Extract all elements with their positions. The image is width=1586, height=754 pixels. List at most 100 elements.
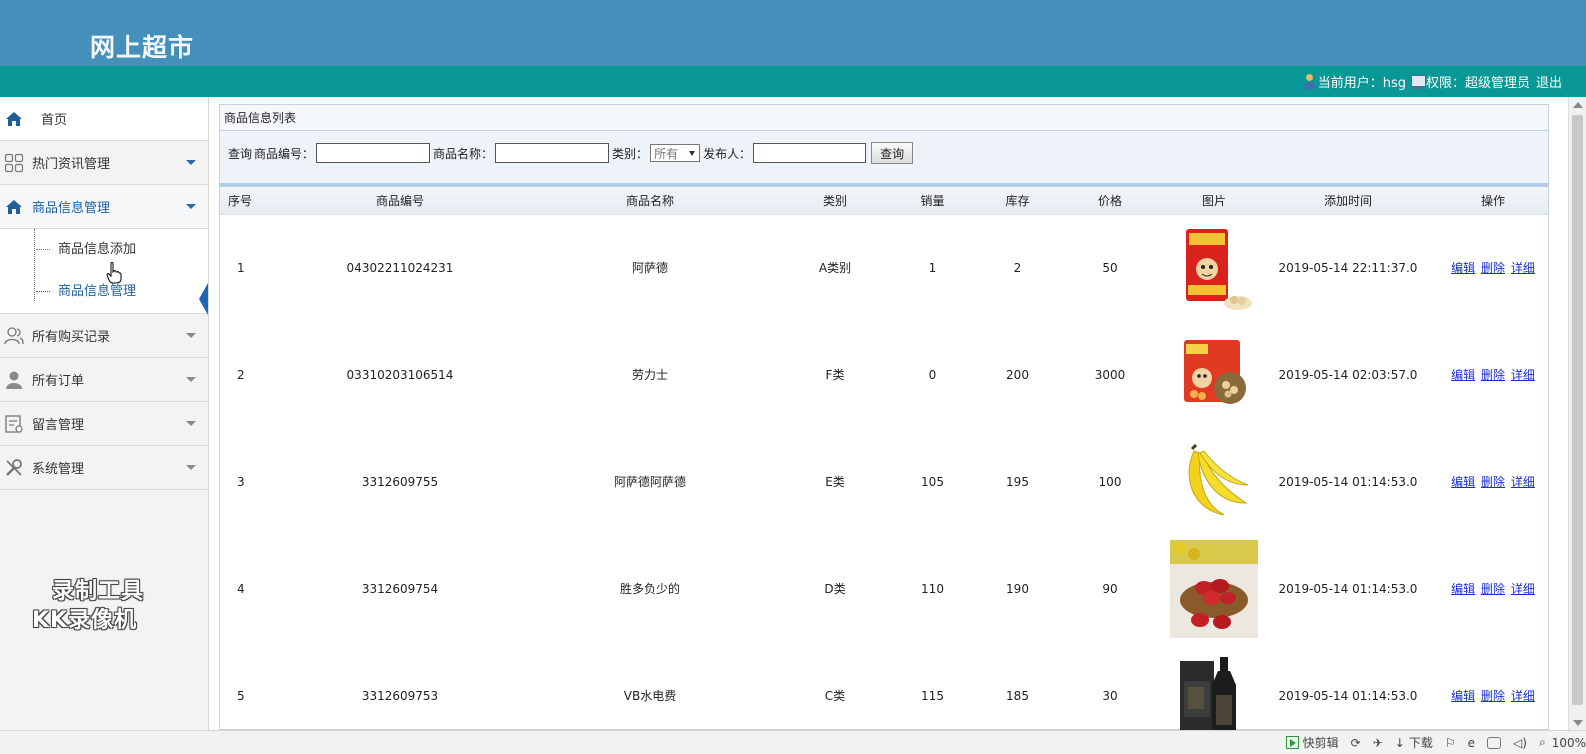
search-bar: 查询 商品编号： 商品名称： 类别： 所有 发布人： 查询 [220, 131, 1548, 187]
cell-image [1170, 214, 1258, 321]
sidebar-item-label: 首页 [41, 113, 68, 128]
publisher-label: 发布人： [703, 146, 752, 161]
sidebar-item-purchase-records[interactable]: 所有购买记录 [0, 314, 208, 358]
sidebar-item-label: 系统管理 [32, 462, 85, 477]
tree-dash [36, 249, 50, 250]
cell-category: F类 [825, 368, 845, 382]
submenu-item-label: 商品信息管理 [58, 284, 137, 299]
sidebar-item-home[interactable]: 首页 [0, 97, 208, 141]
person-icon [6, 371, 22, 389]
flag-icon[interactable]: ⚐ [1445, 736, 1456, 750]
cell-ops: 编辑 删除 详细 [1438, 428, 1548, 535]
sidebar-item-messages[interactable]: 留言管理 [0, 402, 208, 446]
cell-price: 100 [1098, 474, 1122, 489]
sidebar-item-hot-news[interactable]: 热门资讯管理 [0, 141, 208, 185]
product-table: 序号 商品编号 商品名称 类别 销量 库存 价格 图片 添加时间 操作 1 04… [220, 187, 1548, 749]
cell-image [1170, 535, 1258, 642]
sidebar-item-label: 热门资讯管理 [32, 157, 111, 172]
edit-link[interactable]: 编辑 [1451, 261, 1475, 275]
column-header: 销量 [880, 187, 985, 215]
delete-link[interactable]: 删除 [1481, 689, 1505, 703]
search-button[interactable]: 查询 [871, 142, 914, 164]
pin-icon[interactable]: ✈ [1373, 736, 1383, 750]
vertical-scrollbar[interactable] [1568, 97, 1586, 730]
cell-image [1170, 321, 1258, 428]
cell-ops: 编辑 删除 详细 [1438, 535, 1548, 642]
edit-link[interactable]: 编辑 [1451, 368, 1475, 382]
column-header: 商品编号 [290, 187, 510, 215]
cell-time: 2019-05-14 02:03:57.0 [1278, 367, 1418, 382]
product-code-input[interactable] [316, 143, 431, 163]
delete-link[interactable]: 删除 [1481, 368, 1505, 382]
tree-dash [36, 291, 50, 292]
window-icon[interactable] [1487, 736, 1502, 749]
table-row: 2 03310203106514 劳力士 F类 0 200 3000 2019-… [220, 321, 1548, 428]
cell-time: 2019-05-14 01:14:53.0 [1278, 474, 1418, 489]
sidebar-item-all-orders[interactable]: 所有订单 [0, 358, 208, 402]
column-header: 商品名称 [510, 187, 790, 215]
detail-link[interactable]: 详细 [1511, 368, 1535, 382]
cell-sales: 1 [928, 260, 937, 275]
detail-link[interactable]: 详细 [1511, 261, 1535, 275]
site-title: 网上超市 [90, 33, 195, 62]
users-icon [4, 327, 24, 345]
sidebar-item-label: 商品信息管理 [32, 201, 111, 216]
cell-name: 阿萨德阿萨德 [613, 475, 686, 489]
detail-link[interactable]: 详细 [1511, 475, 1535, 489]
delete-link[interactable]: 删除 [1481, 582, 1505, 596]
chevron-down-icon [186, 333, 196, 338]
product-name-input[interactable] [495, 143, 610, 163]
sidebar-item-label: 所有订单 [32, 374, 85, 389]
cell-time: 2019-05-14 22:11:37.0 [1278, 260, 1418, 275]
edit-link[interactable]: 编辑 [1451, 689, 1475, 703]
delete-link[interactable]: 删除 [1481, 475, 1505, 489]
column-header: 添加时间 [1258, 187, 1438, 215]
quick-edit-button[interactable]: 快剪辑 [1285, 734, 1339, 751]
logout-link[interactable]: 退出 [1536, 72, 1562, 91]
table-row: 1 04302211024231 阿萨德 A类别 1 2 50 2019-05-… [220, 214, 1548, 321]
cell-image [1170, 428, 1258, 535]
liquor-bottle-image [1180, 656, 1236, 737]
zoom-icon[interactable]: ⌕ [1539, 735, 1546, 750]
refresh-icon[interactable]: ⟳ [1351, 736, 1361, 750]
cell-stock: 190 [1006, 581, 1029, 596]
watermark-line: KK录像机 [32, 608, 138, 633]
sidebar-item-label: 留言管理 [32, 418, 85, 433]
zoom-level[interactable]: 100% [1552, 736, 1586, 750]
cell-code: 04302211024231 [346, 260, 454, 275]
edit-link[interactable]: 编辑 [1451, 582, 1475, 596]
sidebar-item-product-management[interactable]: 商品信息管理 [0, 185, 208, 229]
detail-link[interactable]: 详细 [1511, 582, 1535, 596]
column-header: 类别 [790, 187, 880, 215]
detail-link[interactable]: 详细 [1511, 689, 1535, 703]
edit-link[interactable]: 编辑 [1451, 475, 1475, 489]
cell-time: 2019-05-14 01:14:53.0 [1278, 581, 1418, 596]
permission-icon [1410, 74, 1426, 89]
submenu-item-manage-product[interactable]: 商品信息管理 [0, 271, 208, 313]
cell-sales: 110 [921, 581, 944, 596]
category-label: 类别： [612, 146, 649, 161]
delete-link[interactable]: 删除 [1481, 261, 1505, 275]
red-dates-image [1170, 539, 1258, 638]
sidebar-item-system[interactable]: 系统管理 [0, 446, 208, 490]
download-button[interactable]: ↓ 下载 [1395, 734, 1433, 751]
ie-icon[interactable]: e [1468, 736, 1475, 750]
submenu-item-label: 商品信息添加 [58, 242, 137, 257]
category-select[interactable]: 所有 [650, 144, 701, 162]
cell-code: 3312609755 [361, 474, 439, 489]
scroll-up-icon[interactable] [1573, 102, 1583, 108]
cell-price: 3000 [1094, 367, 1126, 382]
publisher-input[interactable] [753, 143, 867, 163]
submenu-item-add-product[interactable]: 商品信息添加 [0, 229, 208, 271]
cell-category: E类 [825, 475, 845, 489]
speaker-icon[interactable]: ◁) [1513, 736, 1527, 750]
scroll-down-icon[interactable] [1573, 720, 1583, 726]
panel-title: 商品信息列表 [220, 105, 1548, 131]
home-icon [6, 112, 22, 126]
cell-sales: 0 [928, 367, 937, 382]
scrollbar-thumb[interactable] [1572, 115, 1583, 705]
sidebar: 首页 热门资讯管理 商品信息管理 商品信息添加 商品信息管理 所有购买记录 所有… [0, 97, 209, 730]
quick-edit-label: 快剪辑 [1302, 736, 1339, 750]
cell-name: 劳力士 [631, 368, 668, 382]
cell-ops: 编辑 删除 详细 [1438, 321, 1548, 428]
